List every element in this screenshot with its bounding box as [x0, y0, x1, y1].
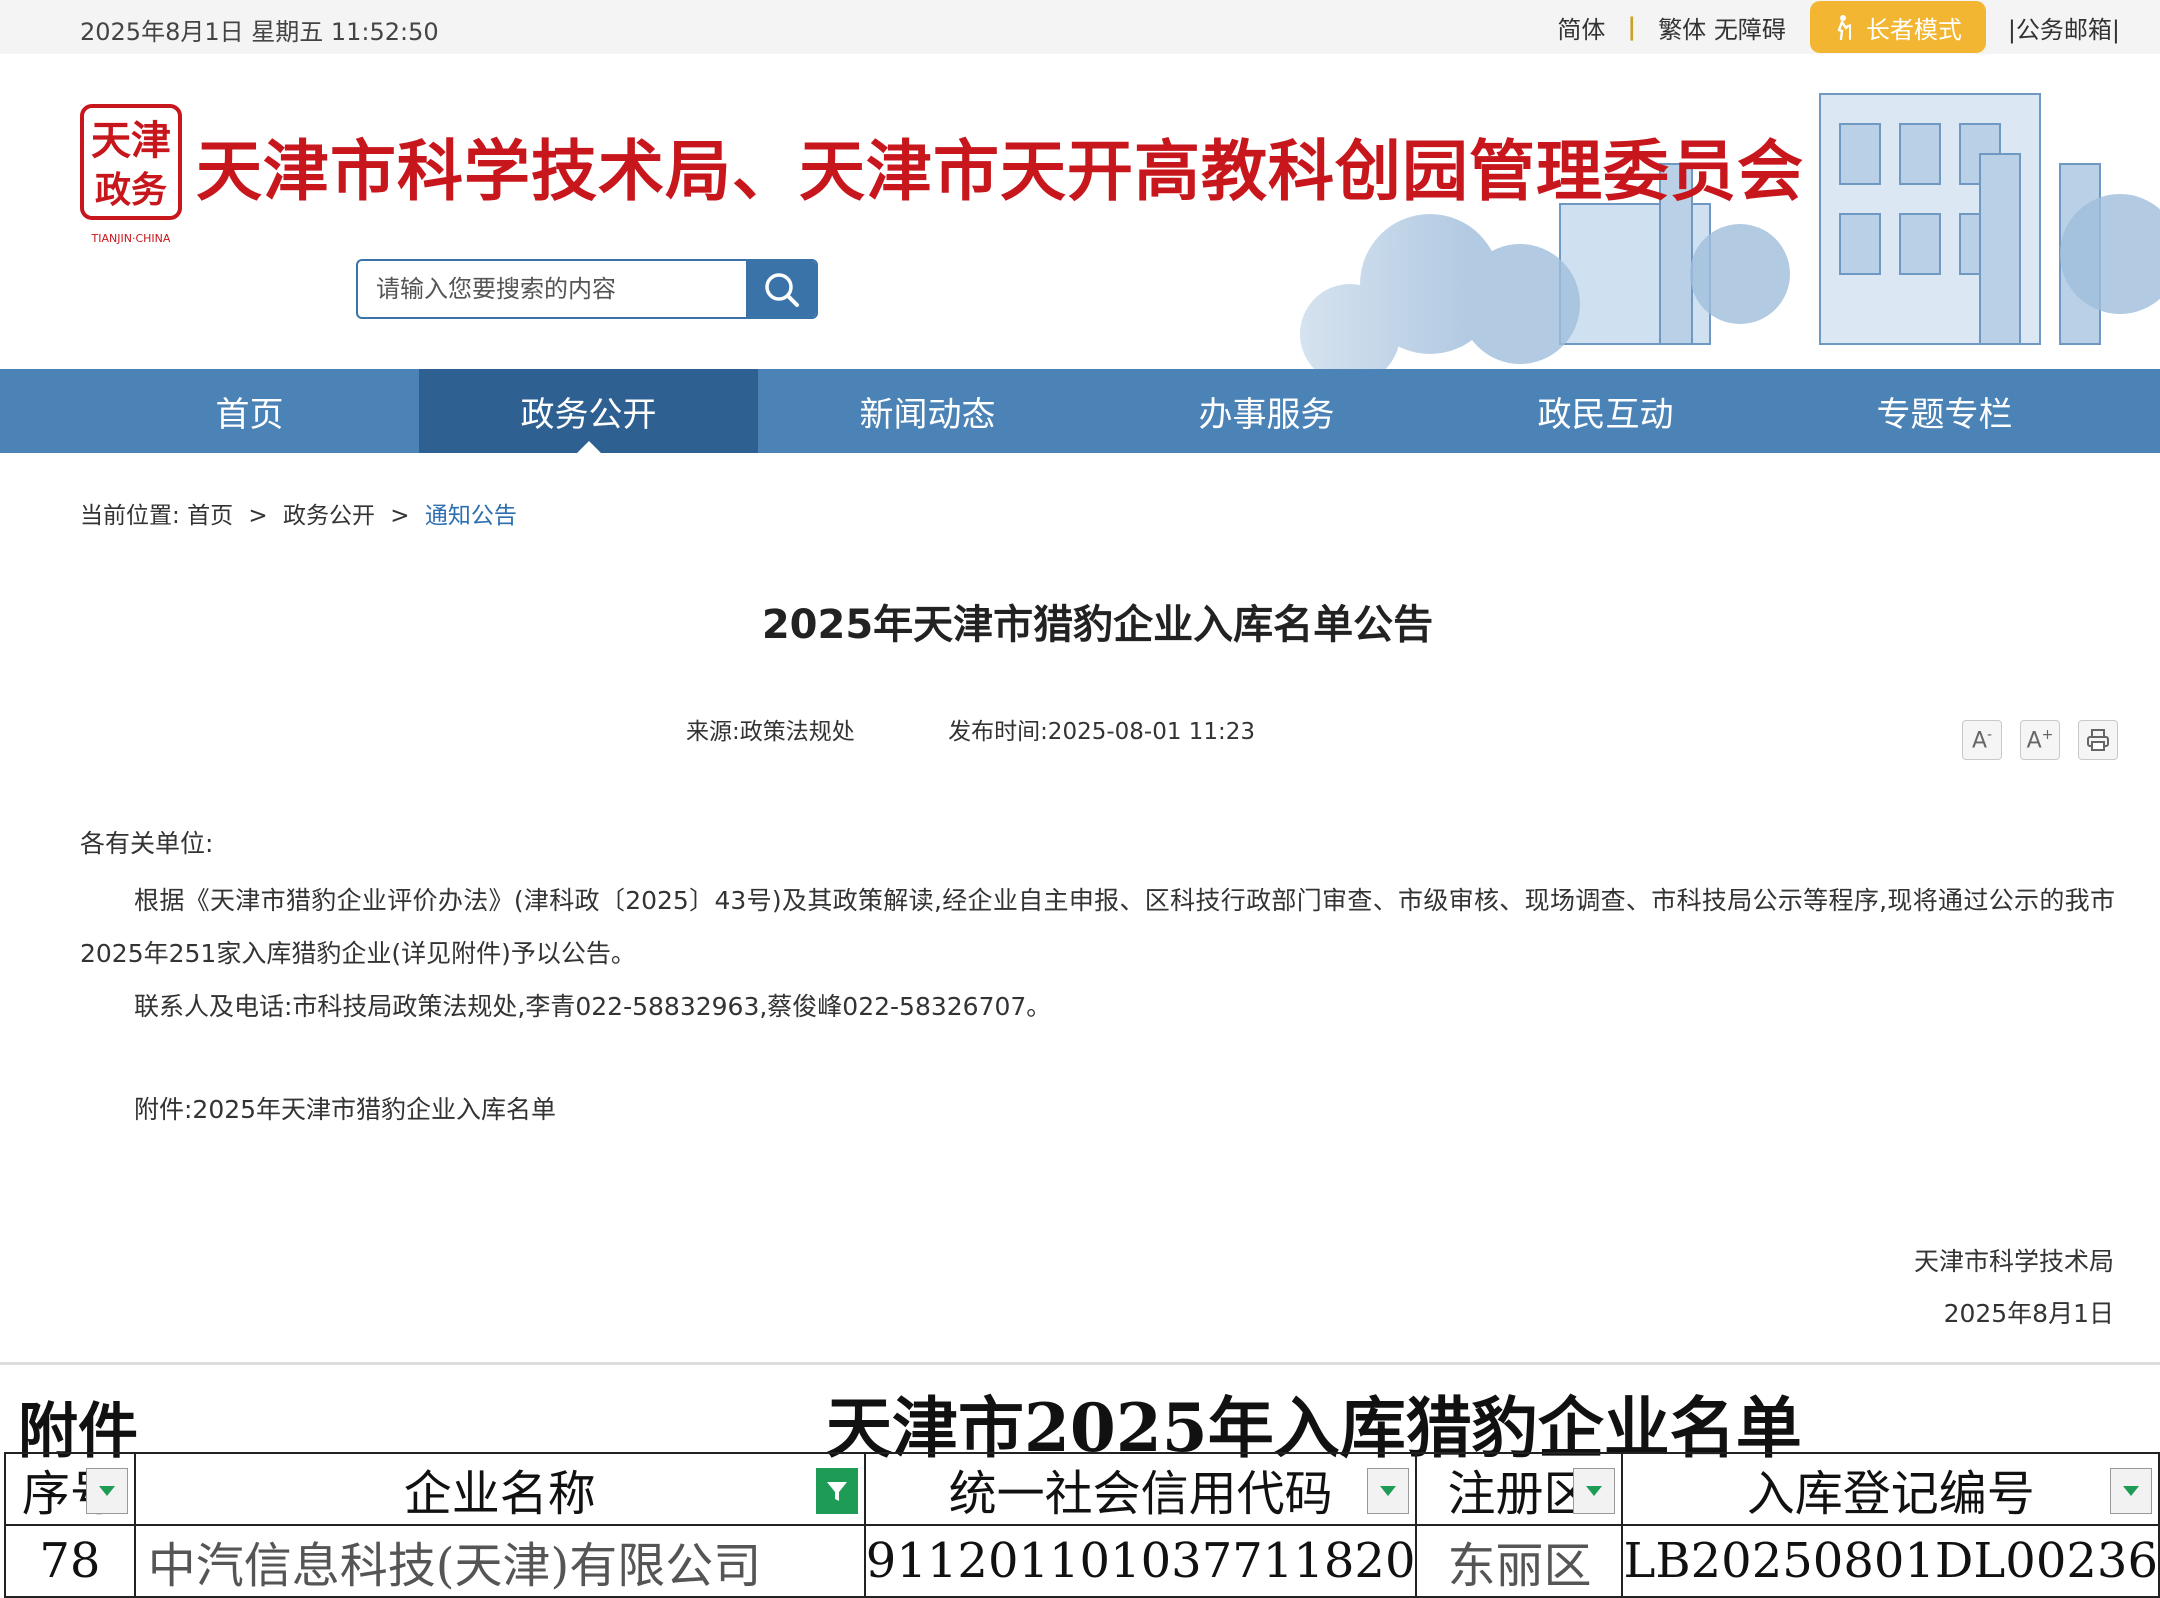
svg-text:政务: 政务 [95, 169, 167, 211]
nav-home[interactable]: 首页 [80, 369, 419, 453]
breadcrumb: 当前位置: 首页 > 政务公开 > 通知公告 [80, 496, 517, 530]
breadcrumb-separator: > [390, 503, 410, 529]
filter-dropdown-button[interactable] [1573, 1468, 1616, 1514]
article-signer: 天津市科学技术局 [1913, 1247, 2114, 1276]
search-button[interactable] [746, 261, 816, 317]
breadcrumb-prefix: 当前位置: [80, 503, 180, 529]
breadcrumb-separator: > [248, 503, 268, 529]
dropdown-arrow-icon [1586, 1486, 1603, 1496]
filter-dropdown-button[interactable] [85, 1468, 128, 1514]
search-icon [765, 273, 799, 307]
current-datetime: 2025年8月1日 星期五 11:52:50 [80, 18, 439, 46]
print-icon [2087, 729, 2109, 751]
header-label: 统一社会信用代码 [948, 1466, 1333, 1522]
font-decrease-button[interactable]: A- [1962, 720, 2002, 760]
print-button[interactable] [2078, 720, 2118, 760]
accessibility-link[interactable]: 无障碍 [1714, 10, 1786, 45]
article-meta: 来源:政策法规处 发布时间:2025-08-01 11:23 [686, 712, 1255, 746]
article-paragraph: 根据《天津市猎豹企业评价办法》(津科政〔2025〕43号)及其政策解读,经企业自… [80, 886, 2115, 968]
header-label: 企业名称 [403, 1466, 596, 1522]
cell-district: 东丽区 [1415, 1524, 1624, 1598]
filter-dropdown-button[interactable] [2110, 1468, 2152, 1514]
nav-interaction[interactable]: 政民互动 [1436, 369, 1775, 453]
mailbox-link[interactable]: |公务邮箱| [2008, 10, 2120, 45]
article-attachment-link[interactable]: 附件:2025年天津市猎豹企业入库名单 [134, 1083, 556, 1136]
elder-mode-button[interactable]: 长者模式 [1809, 1, 1986, 53]
dropdown-arrow-icon [98, 1486, 115, 1496]
filter-icon [826, 1482, 847, 1501]
top-links: 简体 | 繁体 无障碍 长者模式 |公务邮箱| [1557, 0, 2120, 54]
search-box [356, 259, 818, 319]
elder-person-icon [1837, 15, 1851, 40]
table-header-row: 序号 企业名称 统一社会信用代码 注册区 入库登记编号 [4, 1452, 2160, 1526]
svg-text:天津: 天津 [91, 117, 171, 164]
header-cell: 入库登记编号 [1621, 1452, 2160, 1526]
table-row: 78 中汽信息科技(天津)有限公司 911201101037711820 东丽区… [4, 1524, 2160, 1598]
article-contact: 联系人及电话:市科技局政策法规处,李青022-58832963,蔡俊峰022-5… [134, 992, 1052, 1021]
nav-gov-affairs[interactable]: 政务公开 [419, 369, 758, 453]
cell-credit-code: 911201101037711820 [863, 1524, 1418, 1598]
divider: | [1627, 13, 1637, 41]
article-source: 来源:政策法规处 [686, 719, 855, 745]
font-increase-button[interactable]: A+ [2020, 720, 2060, 760]
header-cell: 注册区 [1415, 1452, 1624, 1526]
header-cell: 统一社会信用代码 [863, 1452, 1418, 1526]
svg-text:TIANJIN·CHINA: TIANJIN·CHINA [91, 232, 171, 245]
site-title: 天津市科学技术局、天津市天开高教科创园管理委员会 [196, 132, 1804, 210]
article-greeting: 各有关单位: [80, 829, 214, 858]
nav-news[interactable]: 新闻动态 [758, 369, 1097, 453]
header-cell: 企业名称 [133, 1452, 866, 1526]
dropdown-arrow-icon [1380, 1486, 1397, 1496]
elder-mode-label: 长者模式 [1865, 15, 1962, 44]
main-nav: 首页 政务公开 新闻动态 办事服务 政民互动 专题专栏 [0, 369, 2160, 453]
header-label: 注册区 [1447, 1466, 1592, 1522]
enterprise-table: 序号 企业名称 统一社会信用代码 注册区 入库登记编号 78 中汽信息科技(天津… [4, 1452, 2160, 1598]
nav-topics[interactable]: 专题专栏 [1775, 369, 2114, 453]
article-sign-date: 2025年8月1日 [1943, 1299, 2114, 1328]
font-decrease-icon: A- [1971, 726, 1993, 754]
traditional-link[interactable]: 繁体 [1658, 10, 1706, 45]
header-cell: 序号 [4, 1452, 136, 1526]
site-header: 天津 政务 TIANJIN·CHINA 天津市科学技术局、天津市天开高教科创园管… [0, 54, 2160, 369]
tianjin-logo: 天津 政务 TIANJIN·CHINA [80, 104, 182, 245]
cell-company: 中汽信息科技(天津)有限公司 [133, 1524, 866, 1598]
cell-registration-no: LB20250801DL00236 [1621, 1524, 2160, 1598]
article-tools: A- A+ [1962, 720, 2118, 760]
nav-services[interactable]: 办事服务 [1097, 369, 1436, 453]
header-label: 入库登记编号 [1746, 1466, 2035, 1522]
active-filter-button[interactable] [815, 1468, 858, 1514]
attachment-table-image: 附件 天津市2025年入库猎豹企业名单 序号 企业名称 统一社会信用代码 注册区 [0, 1362, 2160, 1598]
breadcrumb-home[interactable]: 首页 [187, 503, 233, 529]
article-title: 2025年天津市猎豹企业入库名单公告 [761, 602, 1434, 648]
font-increase-icon: A+ [2026, 726, 2054, 754]
search-input[interactable] [358, 261, 746, 317]
article-published: 发布时间:2025-08-01 11:23 [948, 719, 1256, 745]
dropdown-arrow-icon [2123, 1486, 2139, 1496]
simplified-link[interactable]: 简体 [1557, 10, 1605, 45]
filter-dropdown-button[interactable] [1367, 1468, 1410, 1514]
cell-index: 78 [4, 1524, 136, 1598]
top-bar: 2025年8月1日 星期五 11:52:50 简体 | 繁体 无障碍 长者模式 … [0, 0, 2160, 54]
breadcrumb-gov-affairs[interactable]: 政务公开 [283, 503, 375, 529]
breadcrumb-notices[interactable]: 通知公告 [425, 503, 517, 529]
